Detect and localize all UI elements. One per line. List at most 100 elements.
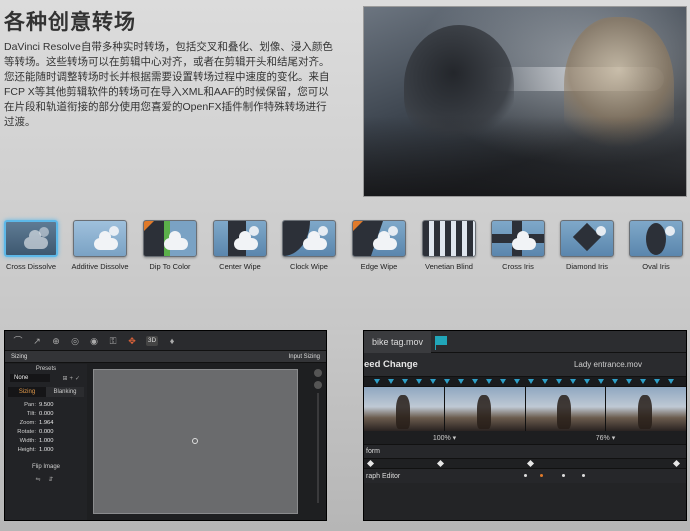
target-tool-icon[interactable]: ⊕ bbox=[51, 336, 61, 346]
param-tilt[interactable]: Tilt: 0.000 bbox=[5, 409, 87, 418]
speed-marker-icon[interactable] bbox=[542, 379, 548, 384]
speed-marker-icon[interactable] bbox=[612, 379, 618, 384]
param-value[interactable]: 1.000 bbox=[39, 447, 59, 453]
timeline-tab[interactable]: bike tag.mov bbox=[364, 331, 432, 353]
transition-thumbnail[interactable] bbox=[352, 220, 406, 257]
drop-tool-icon[interactable]: ♦ bbox=[167, 336, 177, 346]
param-height[interactable]: Height: 1.000 bbox=[5, 445, 87, 454]
transition-thumbnail[interactable] bbox=[4, 220, 58, 257]
tab-blanking[interactable]: Blanking bbox=[46, 387, 84, 397]
speed-marker-icon[interactable] bbox=[626, 379, 632, 384]
speed-marker-icon[interactable] bbox=[528, 379, 534, 384]
preset-select[interactable]: None bbox=[10, 374, 50, 382]
transition-thumbnail[interactable] bbox=[282, 220, 336, 257]
graph-editor-row[interactable]: raph Editor bbox=[364, 469, 686, 483]
transition-label: Center Wipe bbox=[219, 262, 261, 271]
transition-clock-wipe[interactable]: Clock Wipe bbox=[274, 220, 344, 271]
keyframe-icon[interactable] bbox=[366, 459, 375, 468]
transition-thumbnail[interactable] bbox=[560, 220, 614, 257]
speed-marker-icon[interactable] bbox=[640, 379, 646, 384]
keyframe-row[interactable] bbox=[364, 459, 686, 469]
speed-marker-icon[interactable] bbox=[388, 379, 394, 384]
speed-marker-icon[interactable] bbox=[472, 379, 478, 384]
graph-point-icon[interactable] bbox=[562, 474, 565, 477]
graph-point-icon[interactable] bbox=[582, 474, 585, 477]
transition-thumbnail[interactable] bbox=[422, 220, 476, 257]
transition-thumbnail[interactable] bbox=[629, 220, 683, 257]
transition-additive-dissolve[interactable]: Additive Dissolve bbox=[65, 220, 135, 271]
window-tool-icon[interactable]: ◎ bbox=[70, 336, 80, 346]
input-sizing-dropdown[interactable]: Input Sizing bbox=[289, 354, 320, 360]
preset-actions-icon[interactable]: ⊞+✓ bbox=[62, 375, 82, 382]
speed-marker-icon[interactable] bbox=[584, 379, 590, 384]
transition-thumbnail[interactable] bbox=[73, 220, 127, 257]
speed-marker-icon[interactable] bbox=[430, 379, 436, 384]
param-value[interactable]: 9.500 bbox=[39, 402, 59, 408]
transition-dip-to-color[interactable]: Dip To Color bbox=[135, 220, 205, 271]
param-rotate[interactable]: Rotate: 0.000 bbox=[5, 427, 87, 436]
slider-track[interactable] bbox=[317, 393, 319, 503]
slider-knob-icon[interactable] bbox=[314, 381, 322, 389]
wipe-band bbox=[646, 223, 666, 255]
transition-oval-iris[interactable]: Oval Iris bbox=[621, 220, 690, 271]
transform-track-label[interactable]: form bbox=[364, 445, 686, 459]
speed-marker-icon[interactable] bbox=[668, 379, 674, 384]
graph-point-icon[interactable] bbox=[524, 474, 527, 477]
3d-tool-badge[interactable]: 3D bbox=[146, 335, 158, 346]
speed-marker-icon[interactable] bbox=[416, 379, 422, 384]
speed-marker-icon[interactable] bbox=[598, 379, 604, 384]
speed-marker-icon[interactable] bbox=[486, 379, 492, 384]
sun-icon bbox=[665, 226, 675, 236]
speed-marker-icon[interactable] bbox=[458, 379, 464, 384]
param-value[interactable]: 0.000 bbox=[39, 411, 59, 417]
flag-icon[interactable] bbox=[435, 335, 449, 350]
sizing-tool-icon[interactable]: ✥ bbox=[127, 336, 137, 346]
param-value[interactable]: 1.000 bbox=[39, 438, 59, 444]
speed-marker-icon[interactable] bbox=[514, 379, 520, 384]
speed-marker-icon[interactable] bbox=[444, 379, 450, 384]
transition-cross-dissolve[interactable]: Cross Dissolve bbox=[0, 220, 66, 271]
pen-tool-icon[interactable]: ↗ bbox=[32, 336, 42, 346]
center-point-icon[interactable] bbox=[192, 438, 198, 444]
slider-knob-icon[interactable] bbox=[314, 369, 322, 377]
speed-marker-icon[interactable] bbox=[500, 379, 506, 384]
curve-tool-icon[interactable]: ⌒ bbox=[13, 336, 23, 346]
speed-percent-right[interactable]: 76% ▾ bbox=[525, 434, 686, 442]
tab-sizing[interactable]: Sizing bbox=[8, 387, 46, 397]
clip-filmstrip[interactable] bbox=[364, 387, 686, 431]
speed-marker-icon[interactable] bbox=[654, 379, 660, 384]
keyframe-icon[interactable] bbox=[526, 459, 535, 468]
param-pan[interactable]: Pan: 9.500 bbox=[5, 400, 87, 409]
graph-point-active-icon[interactable] bbox=[540, 474, 543, 477]
tracker-tool-icon[interactable]: ◉ bbox=[89, 336, 99, 346]
speed-percent-left[interactable]: 100% ▾ bbox=[364, 434, 525, 442]
param-value[interactable]: 0.000 bbox=[39, 429, 59, 435]
param-width[interactable]: Width: 1.000 bbox=[5, 436, 87, 445]
speed-marker-icon[interactable] bbox=[556, 379, 562, 384]
speed-marker-icon[interactable] bbox=[374, 379, 380, 384]
transition-diamond-iris[interactable]: Diamond Iris bbox=[552, 220, 622, 271]
keyframe-icon[interactable] bbox=[672, 459, 681, 468]
keyframe-icon[interactable] bbox=[436, 459, 445, 468]
transition-edge-wipe[interactable]: Edge Wipe bbox=[344, 220, 414, 271]
speed-change-label: eed Change bbox=[364, 359, 418, 370]
speed-marker-icon[interactable] bbox=[570, 379, 576, 384]
transition-thumbnail[interactable] bbox=[491, 220, 545, 257]
sizing-canvas[interactable] bbox=[93, 369, 298, 514]
transition-cross-iris[interactable]: Cross Iris bbox=[483, 220, 553, 271]
sun-icon bbox=[596, 226, 606, 236]
speed-marker-icon[interactable] bbox=[402, 379, 408, 384]
param-label: Width: bbox=[19, 437, 36, 444]
key-tool-icon[interactable]: ⚿ bbox=[108, 336, 118, 346]
sizing-slider[interactable] bbox=[314, 369, 322, 514]
speed-ruler[interactable] bbox=[364, 377, 686, 387]
transition-thumbnail[interactable] bbox=[143, 220, 197, 257]
cloud-icon bbox=[512, 231, 536, 250]
param-value[interactable]: 1.964 bbox=[39, 420, 59, 426]
transition-venetian-blind[interactable]: Venetian Blind bbox=[414, 220, 484, 271]
transition-center-wipe[interactable]: Center Wipe bbox=[205, 220, 275, 271]
flip-buttons-icon[interactable]: ⇋ ⇵ bbox=[5, 476, 87, 483]
param-zoom[interactable]: Zoom: 1.964 bbox=[5, 418, 87, 427]
transition-label: Cross Iris bbox=[502, 262, 534, 271]
transition-thumbnail[interactable] bbox=[213, 220, 267, 257]
